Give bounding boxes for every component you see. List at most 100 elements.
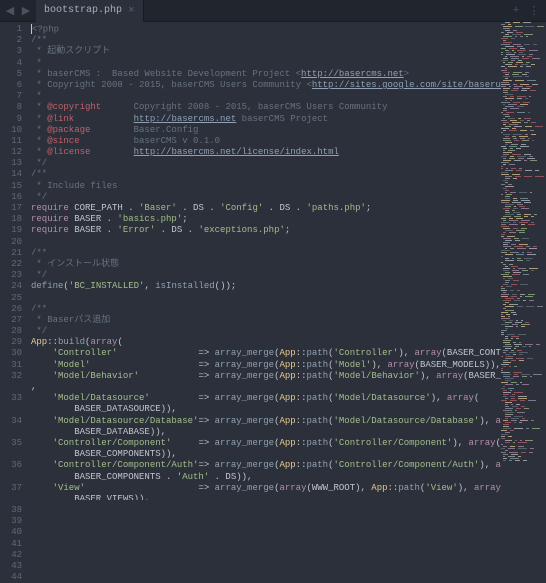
code-line[interactable]: App::build(array( xyxy=(31,337,501,348)
line-number: 2 xyxy=(0,35,22,46)
line-number: 8 xyxy=(0,102,22,113)
code-line[interactable]: * 起動スクリプト xyxy=(31,46,501,57)
tab-title: bootstrap.php xyxy=(44,5,122,16)
code-line[interactable]: /** xyxy=(31,35,501,46)
editor: 1234567891011121314151617181920212223242… xyxy=(0,22,546,500)
code-line[interactable]: * xyxy=(31,58,501,69)
line-number: 12 xyxy=(0,147,22,158)
line-number: 21 xyxy=(0,248,22,259)
code-line[interactable]: * インストール状態 xyxy=(31,259,501,270)
line-number: 19 xyxy=(0,225,22,236)
line-number: 13 xyxy=(0,158,22,169)
line-number: 37 xyxy=(0,483,22,494)
line-number: 25 xyxy=(0,293,22,304)
code-area[interactable]: <?php/** * 起動スクリプト * * baserCMS : Based … xyxy=(27,22,501,500)
line-number: 23 xyxy=(0,270,22,281)
code-line[interactable]: /** xyxy=(31,248,501,259)
line-number: 24 xyxy=(0,281,22,292)
line-number: 30 xyxy=(0,348,22,359)
line-number: 42 xyxy=(0,550,22,561)
code-line[interactable]: * Include files xyxy=(31,181,501,192)
line-number: 11 xyxy=(0,136,22,147)
line-number: 14 xyxy=(0,169,22,180)
line-number: 28 xyxy=(0,326,22,337)
line-number: 22 xyxy=(0,259,22,270)
line-number: 35 xyxy=(0,438,22,449)
code-line[interactable]: require BASER . 'basics.php'; xyxy=(31,214,501,225)
new-tab-icon[interactable]: + xyxy=(510,5,522,17)
code-line[interactable]: define('BC_INSTALLED', isInstalled()); xyxy=(31,281,501,292)
close-icon[interactable]: × xyxy=(128,5,135,17)
line-number xyxy=(0,404,22,415)
code-line[interactable] xyxy=(31,293,501,304)
line-number: 43 xyxy=(0,561,22,572)
line-number: 34 xyxy=(0,416,22,427)
line-number: 31 xyxy=(0,360,22,371)
line-number: 9 xyxy=(0,114,22,125)
line-number: 26 xyxy=(0,304,22,315)
code-line[interactable]: require BASER . 'Error' . DS . 'exceptio… xyxy=(31,225,501,236)
line-number: 6 xyxy=(0,80,22,91)
code-line[interactable]: 'View' => array_merge(array(WWW_ROOT), A… xyxy=(31,483,501,494)
line-number xyxy=(0,472,22,483)
line-number xyxy=(0,449,22,460)
code-line[interactable]: * Baserパス追加 xyxy=(31,315,501,326)
tab-bar: ◀ ▶ bootstrap.php × + ⋮ xyxy=(0,0,546,22)
line-number: 41 xyxy=(0,539,22,550)
code-line[interactable]: * Copyright 2008 - 2015, baserCMS Users … xyxy=(31,80,501,91)
line-number: 16 xyxy=(0,192,22,203)
line-number xyxy=(0,382,22,393)
code-line[interactable]: 'Controller' => array_merge(App::path('C… xyxy=(31,348,501,359)
code-line[interactable]: BASER_DATABASE)), xyxy=(31,427,501,438)
code-line[interactable]: * @package Baser.Config xyxy=(31,125,501,136)
code-line[interactable]: * baserCMS : Based Website Development P… xyxy=(31,69,501,80)
code-line[interactable]: */ xyxy=(31,158,501,169)
code-line[interactable]: /** xyxy=(31,304,501,315)
line-number: 4 xyxy=(0,58,22,69)
code-line[interactable] xyxy=(31,237,501,248)
code-line[interactable]: */ xyxy=(31,326,501,337)
code-line[interactable]: 'Model' => array_merge(App::path('Model'… xyxy=(31,360,501,371)
code-line[interactable]: 'Model/Datasource' => array_merge(App::p… xyxy=(31,393,501,404)
nav-forward-icon[interactable]: ▶ xyxy=(20,5,32,17)
line-number: 18 xyxy=(0,214,22,225)
line-number: 17 xyxy=(0,203,22,214)
line-number: 27 xyxy=(0,315,22,326)
nav-back-icon[interactable]: ◀ xyxy=(4,5,16,17)
line-number: 3 xyxy=(0,46,22,57)
more-icon[interactable]: ⋮ xyxy=(528,5,540,17)
code-line[interactable]: , xyxy=(31,382,501,393)
code-line[interactable]: BASER_VIEWS)), xyxy=(31,494,501,500)
code-line[interactable]: BASER_COMPONENTS . 'Auth' . DS)), xyxy=(31,472,501,483)
code-line[interactable]: BASER_DATASOURCE)), xyxy=(31,404,501,415)
line-number: 40 xyxy=(0,527,22,538)
code-line[interactable]: 'Model/Behavior' => array_merge(App::pat… xyxy=(31,371,501,382)
code-line[interactable]: * @link http://basercms.net baserCMS Pro… xyxy=(31,114,501,125)
code-line[interactable]: <?php xyxy=(31,24,501,35)
line-number: 15 xyxy=(0,181,22,192)
code-line[interactable]: * @copyright Copyright 2008 - 2015, base… xyxy=(31,102,501,113)
code-line[interactable]: * @license http://basercms.net/license/i… xyxy=(31,147,501,158)
code-line[interactable]: require CORE_PATH . 'Baser' . DS . 'Conf… xyxy=(31,203,501,214)
code-line[interactable]: * xyxy=(31,91,501,102)
line-number: 38 xyxy=(0,505,22,516)
code-line[interactable]: 'Controller/Component/Auth'=> array_merg… xyxy=(31,460,501,471)
line-number: 29 xyxy=(0,337,22,348)
line-number: 33 xyxy=(0,393,22,404)
code-line[interactable]: /** xyxy=(31,169,501,180)
line-number: 44 xyxy=(0,572,22,583)
line-gutter: 1234567891011121314151617181920212223242… xyxy=(0,22,27,500)
line-number: 10 xyxy=(0,125,22,136)
code-line[interactable]: BASER_COMPONENTS)), xyxy=(31,449,501,460)
code-line[interactable]: */ xyxy=(31,192,501,203)
minimap[interactable] xyxy=(501,22,546,500)
line-number: 36 xyxy=(0,460,22,471)
code-line[interactable]: * @since baserCMS v 0.1.0 xyxy=(31,136,501,147)
code-line[interactable]: 'Model/Datasource/Database'=> array_merg… xyxy=(31,416,501,427)
file-tab[interactable]: bootstrap.php × xyxy=(36,0,144,22)
code-line[interactable]: */ xyxy=(31,270,501,281)
code-line[interactable]: 'Controller/Component' => array_merge(Ap… xyxy=(31,438,501,449)
line-number xyxy=(0,494,22,505)
line-number: 1 xyxy=(0,24,22,35)
line-number: 32 xyxy=(0,371,22,382)
